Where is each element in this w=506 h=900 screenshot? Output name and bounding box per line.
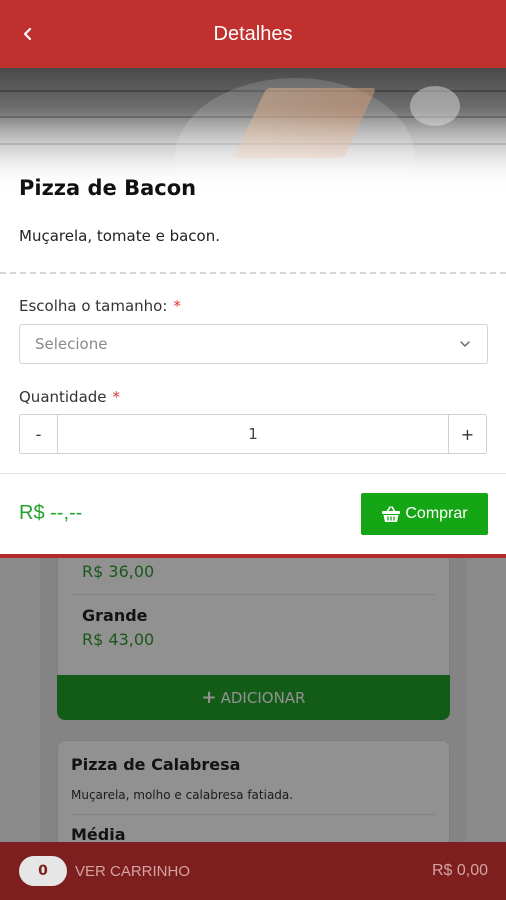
basket-icon xyxy=(382,506,401,522)
back-button[interactable] xyxy=(12,18,44,50)
page-title: Detalhes xyxy=(213,22,293,45)
quantity-label-text: Quantidade xyxy=(19,388,107,406)
image-fade xyxy=(0,68,506,193)
cart-bar[interactable]: 0 VER CARRINHO R$ 0,00 xyxy=(0,842,506,900)
product-detail-modal: Pizza de Bacon Muçarela, tomate e bacon.… xyxy=(0,68,506,558)
product-image xyxy=(0,68,506,193)
buy-button-label: Comprar xyxy=(405,505,468,522)
size-select[interactable]: Selecione xyxy=(19,324,488,364)
dashed-divider xyxy=(0,272,506,274)
size-select-placeholder: Selecione xyxy=(35,335,108,353)
size-label: Escolha o tamanho: * xyxy=(19,297,181,315)
required-mark: * xyxy=(112,388,121,406)
chevron-down-icon xyxy=(460,341,470,347)
view-cart-label: VER CARRINHO xyxy=(75,862,191,880)
quantity-stepper: - 1 + xyxy=(19,414,487,454)
size-label-text: Escolha o tamanho: xyxy=(19,297,168,315)
product-title: Pizza de Bacon xyxy=(19,176,197,200)
cart-count-badge: 0 xyxy=(19,856,67,886)
buy-button[interactable]: Comprar xyxy=(361,493,488,535)
required-mark: * xyxy=(173,297,181,315)
quantity-label: Quantidade * xyxy=(19,388,120,406)
total-price: R$ --,-- xyxy=(19,502,83,524)
cart-total: R$ 0,00 xyxy=(431,862,488,879)
app-header: Detalhes xyxy=(0,0,506,68)
chevron-left-icon xyxy=(23,27,32,41)
footer-divider xyxy=(0,473,506,474)
decrement-button[interactable]: - xyxy=(20,415,57,453)
increment-button[interactable]: + xyxy=(449,415,486,453)
quantity-input[interactable]: 1 xyxy=(57,415,449,453)
product-description: Muçarela, tomate e bacon. xyxy=(19,227,220,245)
